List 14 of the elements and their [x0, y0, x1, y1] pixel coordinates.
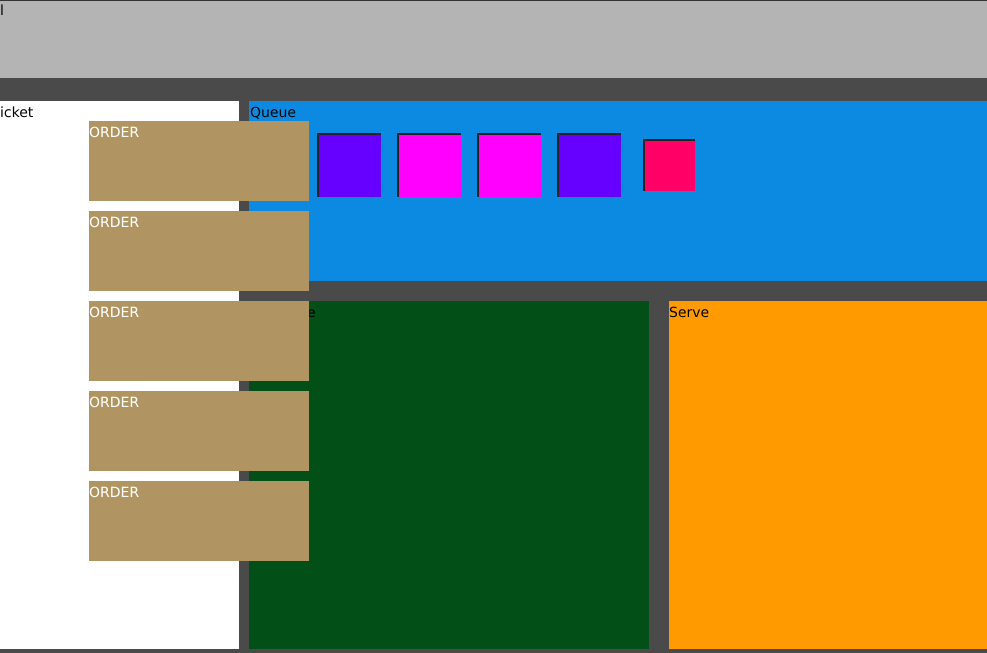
header-title: l [0, 2, 4, 21]
order-card[interactable]: ORDER [89, 391, 309, 471]
order-card[interactable]: ORDER [89, 121, 309, 201]
order-label: ORDER [89, 395, 140, 411]
panel-title: Serve [669, 304, 710, 323]
order-label: ORDER [89, 125, 140, 141]
order-card[interactable]: ORDER [89, 481, 309, 561]
panel-title: icket [0, 104, 34, 123]
order-label: ORDER [89, 305, 140, 321]
order-card[interactable]: ORDER [89, 301, 309, 381]
order-label: ORDER [89, 485, 140, 501]
order-card[interactable]: ORDER [89, 211, 309, 291]
order-label: ORDER [89, 215, 140, 231]
panel-title: Queue [249, 104, 296, 123]
